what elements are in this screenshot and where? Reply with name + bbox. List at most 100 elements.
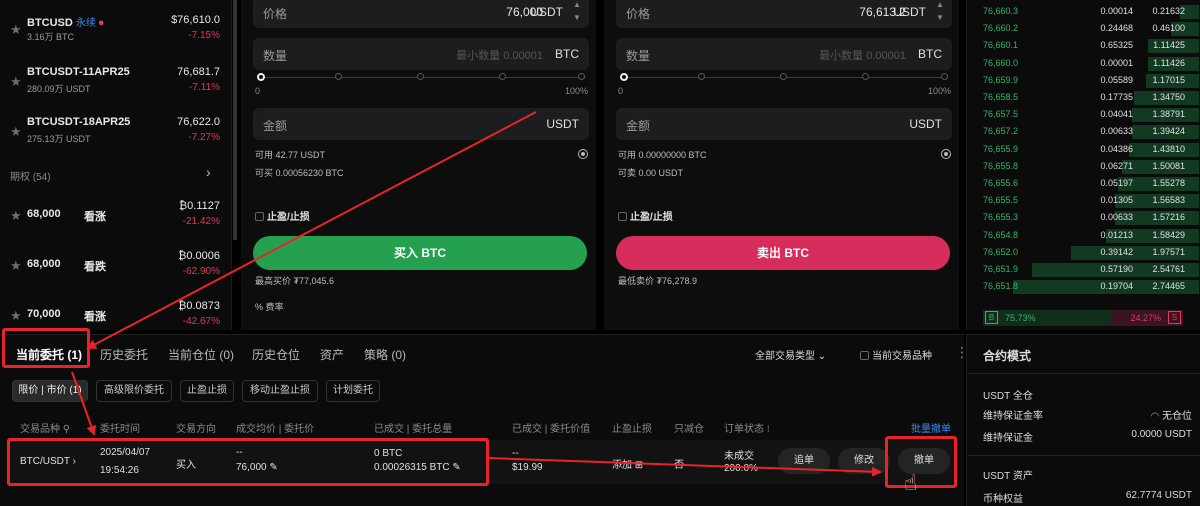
contract-mode-title[interactable]: 合约模式	[983, 347, 1031, 364]
market-row-btcusd[interactable]: ★ BTCUSD 永续 ● 3.16万 BTC $76,610.0 -7.15%	[0, 10, 232, 50]
book-qty: 0.00014	[1100, 6, 1133, 16]
book-qty: 0.01213	[1100, 229, 1133, 240]
chip-trigger-order[interactable]: 计划委托	[326, 380, 380, 402]
tab-strategies[interactable]: 策略 (0)	[364, 346, 406, 363]
book-price: 76,651.8	[983, 281, 1019, 292]
tab-positions[interactable]: 当前仓位 (0)	[168, 346, 234, 363]
col-tpsl: 止盈止损	[612, 424, 652, 435]
market-row-18apr[interactable]: ★ BTCUSDT-18APR25 275.13万 USDT 76,622.0 …	[0, 112, 232, 152]
col-filled-value: 已成交 | 委托价值	[512, 424, 591, 435]
order-book-row[interactable]: 76,651.8 0.19704 2.74465	[967, 279, 1199, 295]
order-book-row[interactable]: 76,655.9 0.04386 1.43810	[967, 142, 1199, 158]
book-price: 76,657.2	[983, 126, 1019, 137]
buy-amount-field[interactable]: 金额 USDT	[253, 108, 589, 140]
order-book-row[interactable]: 76,651.9 0.57190 2.54761	[967, 262, 1199, 278]
qty-placeholder: 最小数量 0.00001	[456, 50, 543, 62]
field-label: 价格	[263, 7, 288, 21]
book-total: 1.50081	[1152, 160, 1185, 171]
price-stepper[interactable]: ▲ ▼	[569, 0, 585, 26]
order-book-row[interactable]: 76,655.6 0.05197 1.55278	[967, 176, 1199, 192]
option-row[interactable]: ★ 68,000 看跌 ₿0.0006 -62.90%	[0, 246, 232, 286]
star-icon[interactable]: ★	[10, 258, 22, 274]
sell-ratio-label: S	[1168, 311, 1181, 324]
book-total: 1.11425	[1153, 40, 1185, 51]
tab-position-history[interactable]: 历史仓位	[252, 346, 300, 363]
book-price: 76,651.9	[983, 264, 1019, 274]
book-total: 1.43810	[1152, 143, 1185, 154]
market-row-11apr[interactable]: ★ BTCUSDT-11APR25 280.09万 USDT 76,681.7 …	[0, 62, 232, 102]
buy-qty-slider[interactable]	[257, 73, 585, 83]
field-unit: BTC	[555, 47, 579, 61]
tab-order-history[interactable]: 历史委托	[100, 346, 148, 363]
buy-panel: 价格 76,000 USDT ▲ ▼ 数量 最小数量 0.00001 BTC 0 …	[241, 0, 596, 330]
gauge-icon: ◠	[1150, 411, 1160, 422]
chip-advanced-limit[interactable]: 高级限价委托	[96, 380, 172, 402]
sell-button[interactable]: 卖出 BTC	[616, 236, 950, 270]
star-icon[interactable]: ★	[10, 208, 22, 224]
order-book-row[interactable]: 76,660.3 0.00014 0.21632	[967, 4, 1199, 20]
sell-qty-slider[interactable]	[620, 73, 948, 83]
sell-qty-field[interactable]: 数量 最小数量 0.00001 BTC	[616, 38, 952, 70]
book-total: 1.57216	[1152, 212, 1185, 223]
current-symbol-checkbox[interactable]: 当前交易品种	[860, 347, 932, 362]
order-book-row[interactable]: 76,658.5 0.17735 1.34750	[967, 90, 1199, 106]
col-status: 订单状态 ⁝	[724, 424, 770, 435]
buy-button[interactable]: 买入 BTC	[253, 236, 587, 270]
sell-price-field[interactable]: 价格 76,613.2 USDT ▲ ▼	[616, 0, 952, 28]
market-volume: 3.16万 BTC	[27, 32, 75, 42]
buy-price-field[interactable]: 价格 76,000 USDT ▲ ▼	[253, 0, 589, 28]
options-header[interactable]: 期权 (54)	[10, 168, 51, 183]
tpsl-checkbox[interactable]: 止盈/止损	[255, 208, 310, 223]
sell-panel: 价格 76,613.2 USDT ▲ ▼ 数量 最小数量 0.00001 BTC …	[604, 0, 959, 330]
equity-value: 62.7774 USDT	[1125, 490, 1192, 501]
order-book-row[interactable]: 76,657.2 0.00633 1.39424	[967, 124, 1199, 140]
chase-order-button[interactable]: 追单	[778, 448, 830, 474]
star-icon[interactable]: ★	[10, 124, 22, 140]
order-book-row[interactable]: 76,660.1 0.65325 1.11425	[967, 38, 1199, 54]
order-book-row[interactable]: 76,655.5 0.01305 1.56583	[967, 193, 1199, 209]
tpsl-checkbox[interactable]: 止盈/止损	[618, 208, 673, 223]
order-book-row[interactable]: 76,654.8 0.01213 1.58429	[967, 228, 1199, 244]
buy-qty-field[interactable]: 数量 最小数量 0.00001 BTC	[253, 38, 589, 70]
star-icon[interactable]: ★	[10, 22, 22, 38]
field-label: 金额	[263, 119, 288, 133]
col-symbol: 交易品种 ⚲	[20, 424, 71, 435]
chip-limit-market[interactable]: 限价 | 市价 (1)	[12, 380, 88, 402]
price-stepper[interactable]: ▲ ▼	[932, 0, 948, 26]
order-book-row[interactable]: 76,652.0 0.39142 1.97571	[967, 245, 1199, 261]
market-symbol: BTCUSDT-18APR25	[27, 116, 131, 128]
market-volume: 275.13万 USDT	[27, 134, 91, 144]
order-book-row[interactable]: 76,660.2 0.24468 0.46100	[967, 21, 1199, 37]
chip-tpsl[interactable]: 止盈止损	[180, 380, 234, 402]
annotation-box-open-orders-tab	[2, 328, 90, 368]
star-icon[interactable]: ★	[10, 74, 22, 90]
batch-cancel-link[interactable]: 批量撤单	[911, 420, 951, 435]
order-book-row[interactable]: 76,660.0 0.00001 1.11426	[967, 56, 1199, 72]
target-icon[interactable]	[941, 149, 951, 159]
modify-order-button[interactable]: 修改	[838, 448, 890, 474]
target-icon[interactable]	[578, 149, 588, 159]
option-strike: 70,000	[27, 308, 61, 320]
star-icon[interactable]: ★	[10, 308, 22, 324]
trade-type-select[interactable]: 全部交易类型 ⌄	[755, 347, 826, 362]
fire-icon: ●	[97, 17, 105, 29]
book-qty: 0.39142	[1100, 246, 1133, 257]
sell-amount-field[interactable]: 金额 USDT	[616, 108, 952, 140]
book-qty: 0.17735	[1100, 92, 1133, 102]
order-book-row[interactable]: 76,657.5 0.04041 1.38791	[967, 107, 1199, 123]
chevron-right-icon[interactable]: ›	[206, 164, 211, 180]
order-book-row[interactable]: 76,655.8 0.06271 1.50081	[967, 159, 1199, 175]
can-buy: 可买 0.00056230 BTC	[255, 168, 344, 178]
market-list: ★ BTCUSD 永续 ● 3.16万 BTC $76,610.0 -7.15% ★…	[0, 0, 232, 330]
chip-trailing-stop[interactable]: 移动止盈止损	[242, 380, 318, 402]
order-book-row[interactable]: 76,659.9 0.05589 1.17015	[967, 73, 1199, 89]
order-tpsl-add[interactable]: 添加 ⊞	[612, 456, 643, 471]
fee-rate[interactable]: % 费率	[255, 300, 284, 313]
tab-assets[interactable]: 资产	[320, 346, 344, 363]
option-row[interactable]: ★ 68,000 看涨 ₿0.1127 -21.42%	[0, 196, 232, 236]
left-scrollbar[interactable]	[233, 0, 237, 240]
add-icon: ⊞	[634, 460, 644, 471]
order-book-row[interactable]: 76,655.3 0.00633 1.57216	[967, 210, 1199, 226]
perpetual-tag: 永续	[75, 18, 96, 29]
book-price: 76,655.5	[983, 195, 1019, 206]
